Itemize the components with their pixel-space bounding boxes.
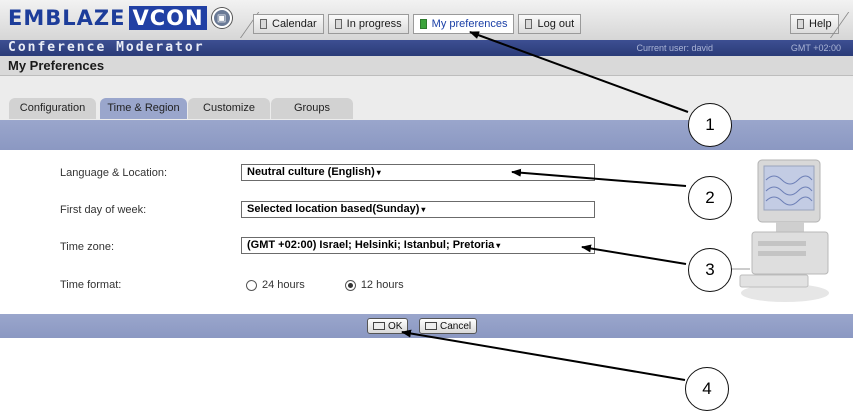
language-value: Neutral culture (English) [247,166,375,178]
nav-tab-calendar[interactable]: Calendar [253,14,324,34]
cancel-label: Cancel [440,320,472,332]
current-user: Current user: david [636,43,713,53]
page-icon [525,19,533,29]
first-day-label: First day of week: [60,204,147,216]
cancel-icon [425,322,437,330]
dropdown-arrow-icon: ▾ [496,241,501,250]
radio-button[interactable] [246,279,257,291]
dropdown-arrow-icon: ▾ [421,205,426,214]
first-day-value: Selected location based(Sunday) [247,203,420,215]
nav-tab-my-preferences[interactable]: My preferences [412,14,515,34]
page-icon [797,19,804,29]
radio-label: 24 hours [262,279,305,291]
dropdown-arrow-icon: ▾ [376,168,381,177]
page-header: My Preferences [0,56,853,76]
callout-4: 4 [685,367,729,411]
ok-button[interactable]: OK [367,318,409,334]
first-day-select[interactable]: Selected location based(Sunday) ▾ [241,201,595,218]
nav-tab-label: My preferences [431,18,508,30]
time-zone-select[interactable]: (GMT +02:00) Israel; Helsinki; Istanbul;… [241,237,595,254]
tab-configuration[interactable]: Configuration [9,98,96,119]
page-title: My Preferences [8,58,105,73]
help-label: Help [809,18,832,30]
cancel-button[interactable]: Cancel [419,318,478,334]
brand-highlight: VCON [129,6,207,30]
brand-name: EMBLAZE [8,6,126,30]
radio-label: 12 hours [360,279,404,291]
help-button[interactable]: Help [790,14,839,34]
radio-12-hours[interactable]: 12 hours [344,279,404,291]
nav-tab-label: Log out [537,18,575,30]
tab-groups[interactable]: Groups [271,98,353,119]
tab-customize[interactable]: Customize [188,98,270,119]
time-region-form: Language & Location: Neutral culture (En… [0,150,853,314]
callout-1: 1 [688,103,732,147]
app-subtitle-bar: Conference Moderator Current user: david… [0,40,853,56]
nav-tab-log-out[interactable]: Log out [518,14,582,34]
emblaze-vcon-logo: EMBLAZE VCON ▣ [8,6,232,30]
time-zone-label: Time zone: [60,241,115,253]
time-format-label: Time format: [60,279,122,291]
callout-2: 2 [688,176,732,220]
radio-button-selected[interactable] [344,279,356,291]
radio-24-hours[interactable]: 24 hours [246,279,305,291]
logo-emblem-icon: ▣ [211,8,232,28]
tab-time-region[interactable]: Time & Region [100,98,187,119]
time-zone-value: (GMT +02:00) Israel; Helsinki; Istanbul;… [247,239,495,251]
callout-3: 3 [688,248,732,292]
timezone-indicator: GMT +02:00 [790,43,841,53]
time-format-options: 24 hours 12 hours [246,279,404,291]
arrow-4 [401,329,686,381]
page-icon [260,19,267,29]
nav-tab-in-progress[interactable]: In progress [327,14,409,34]
top-header: EMBLAZE VCON ▣ Calendar In progress My p… [0,0,853,40]
form-footer: OK Cancel [0,314,853,338]
computer-illustration-icon [730,159,829,302]
ok-icon [373,322,385,330]
nav-tab-label: Calendar [272,18,317,30]
language-label: Language & Location: [60,167,168,179]
language-select[interactable]: Neutral culture (English) ▾ [241,164,595,181]
ok-label: OK [388,320,403,332]
page-icon [419,19,427,29]
page-icon [334,19,342,29]
app-title: Conference Moderator [8,40,205,55]
main-nav: Calendar In progress My preferences Log … [253,14,585,34]
nav-tab-label: In progress [346,18,402,30]
